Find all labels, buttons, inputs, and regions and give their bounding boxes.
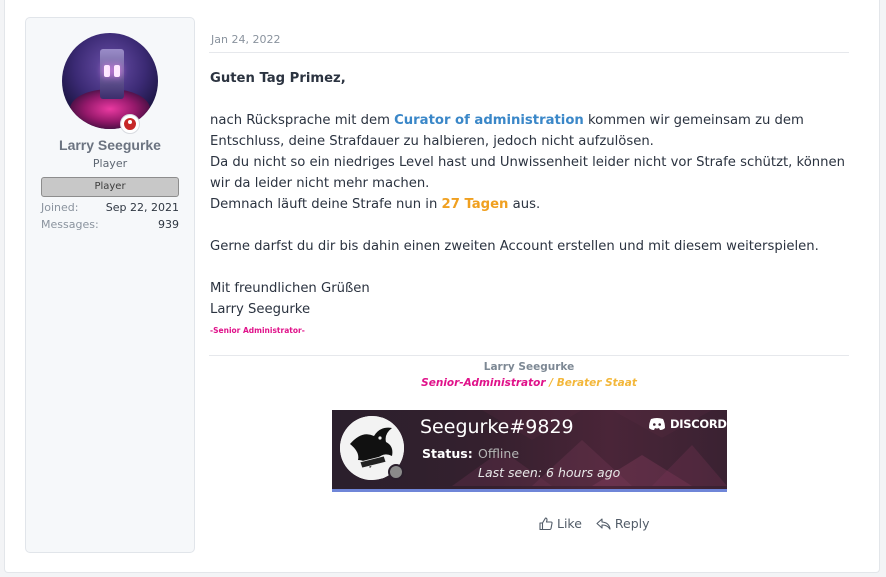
reply-icon	[596, 517, 611, 530]
role-main: Senior-Administrator	[421, 377, 546, 389]
role-tag: -Senior Administrator-	[210, 326, 305, 335]
stat-messages: Messages: 939	[41, 218, 179, 231]
reply-label: Reply	[614, 516, 650, 531]
reply-button[interactable]: Reply	[596, 516, 650, 531]
post-container: Larry Seegurke Player Player Joined: Sep…	[4, 0, 880, 573]
user-icon	[124, 118, 136, 130]
stat-joined: Joined: Sep 22, 2021	[41, 201, 179, 214]
signature-name: Larry Seegurke	[483, 361, 575, 373]
like-button[interactable]: Like	[539, 516, 582, 531]
thumbs-up-icon	[539, 517, 553, 530]
discord-widget[interactable]: Seegurke#9829 DISCORD Status: Offline La…	[332, 410, 727, 492]
signature-divider	[209, 355, 849, 356]
closing: Mit freundlichen Grüßen	[210, 281, 370, 296]
text: Demnach läuft deine Strafe nun in	[210, 197, 442, 212]
like-label: Like	[557, 516, 582, 531]
post-actions: Like Reply	[539, 516, 650, 531]
role-secondary: Berater Staat	[556, 377, 637, 389]
paragraph-4: Gerne darfst du dir bis dahin einen zwei…	[210, 239, 819, 254]
paragraph-2: Da du nicht so ein niedriges Level hast …	[210, 155, 845, 191]
discord-status-dot	[388, 464, 404, 480]
divider	[209, 52, 849, 53]
signature-roles: Senior-Administrator / Berater Staat	[209, 377, 849, 389]
curator-link[interactable]: Curator of administration	[394, 113, 584, 128]
stat-label: Messages:	[41, 218, 99, 231]
discord-status-value: Offline	[478, 446, 520, 461]
text: aus.	[508, 197, 541, 212]
discord-status-label: Status:	[422, 446, 473, 461]
paragraph-1: nach Rücksprache mit dem Curator of admi…	[210, 110, 848, 152]
avatar-glow-left	[104, 65, 110, 77]
username[interactable]: Larry Seegurke	[26, 137, 194, 153]
user-panel: Larry Seegurke Player Player Joined: Sep…	[25, 17, 195, 553]
greeting: Guten Tag Primez,	[210, 71, 346, 86]
avatar-glow-right	[114, 65, 120, 77]
stat-value: 939	[158, 218, 179, 231]
discord-last-seen: Last seen: 6 hours ago	[478, 465, 621, 480]
discord-icon	[649, 418, 665, 430]
avatar[interactable]	[62, 33, 158, 129]
message-body: Guten Tag Primez, nach Rücksprache mit d…	[210, 68, 848, 336]
duration-highlight: 27 Tagen	[441, 197, 509, 212]
role-separator: /	[545, 377, 557, 389]
stat-value: Sep 22, 2021	[105, 201, 179, 214]
user-banner: Player	[41, 177, 179, 197]
paragraph-3: Demnach läuft deine Strafe nun in 27 Tag…	[210, 194, 848, 215]
discord-brand: DISCORD	[670, 417, 727, 431]
user-title: Player	[92, 157, 128, 170]
user-status-icon	[120, 114, 140, 134]
discord-tag: Seegurke#9829	[420, 416, 574, 438]
post-date[interactable]: Jan 24, 2022	[211, 33, 280, 46]
closing-name: Larry Seegurke	[210, 302, 311, 317]
text: nach Rücksprache mit dem	[210, 113, 395, 128]
stat-label: Joined:	[41, 201, 79, 214]
discord-logo: DISCORD	[648, 417, 727, 431]
